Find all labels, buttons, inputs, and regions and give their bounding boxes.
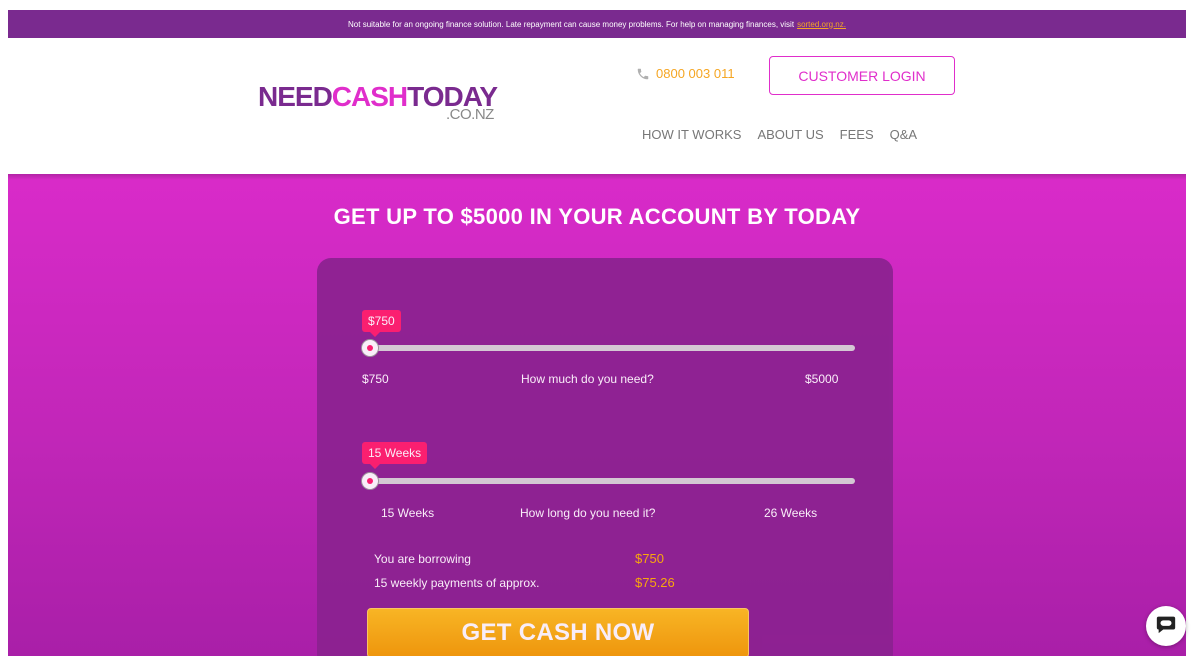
nav-qa[interactable]: Q&A <box>890 127 917 142</box>
amount-min: $750 <box>362 372 389 386</box>
payments-label: 15 weekly payments of approx. <box>374 576 540 590</box>
nav-fees[interactable]: FEES <box>840 127 874 142</box>
nav-about-us[interactable]: ABOUT US <box>757 127 823 142</box>
main-nav: HOW IT WORKS ABOUT US FEES Q&A <box>642 127 917 142</box>
hero-title: GET UP TO $5000 IN YOUR ACCOUNT BY TODAY <box>333 204 861 229</box>
logo-need: NEED <box>258 81 333 112</box>
site-logo[interactable]: NEEDCASHTODAY .CO.NZ <box>258 81 518 124</box>
logo-cash: CASH <box>331 81 408 112</box>
term-slider-handle[interactable] <box>362 473 378 489</box>
chat-widget-button[interactable] <box>1146 606 1186 646</box>
get-cash-now-button[interactable]: GET CASH NOW <box>367 608 749 656</box>
amount-slider-track[interactable] <box>365 345 855 351</box>
amount-max: $5000 <box>805 372 839 386</box>
amount-bubble: $750 <box>362 310 401 337</box>
term-slider-track[interactable] <box>365 478 855 484</box>
term-min: 15 Weeks <box>381 506 435 520</box>
phone-number: 0800 003 011 <box>656 66 735 81</box>
phone-link[interactable]: 0800 003 011 <box>636 66 735 81</box>
top-disclaimer-bar: Not suitable for an ongoing finance solu… <box>8 10 1186 38</box>
sorted-link[interactable]: sorted.org.nz. <box>797 20 846 29</box>
customer-login-button[interactable]: CUSTOMER LOGIN <box>769 56 955 95</box>
term-question: How long do you need it? <box>520 506 656 520</box>
term-max: 26 Weeks <box>764 506 818 520</box>
amount-slider-handle[interactable] <box>362 340 378 356</box>
site-header: NEEDCASHTODAY .CO.NZ 0800 003 011 CUSTOM… <box>8 38 1186 174</box>
borrow-value: $750 <box>635 551 664 566</box>
amount-question: How much do you need? <box>521 372 654 386</box>
borrow-label: You are borrowing <box>374 552 471 566</box>
logo-tld: .CO.NZ <box>446 106 494 123</box>
term-bubble: 15 Weeks <box>362 442 428 469</box>
payments-value: $75.26 <box>635 575 675 590</box>
loan-calculator: $750 $750 How much do you need? $5000 15… <box>317 258 893 656</box>
header-shadow <box>8 174 1186 180</box>
nav-how-it-works[interactable]: HOW IT WORKS <box>642 127 741 142</box>
chat-icon <box>1155 613 1177 640</box>
phone-icon <box>636 67 650 81</box>
disclaimer-text: Not suitable for an ongoing finance solu… <box>348 19 795 29</box>
